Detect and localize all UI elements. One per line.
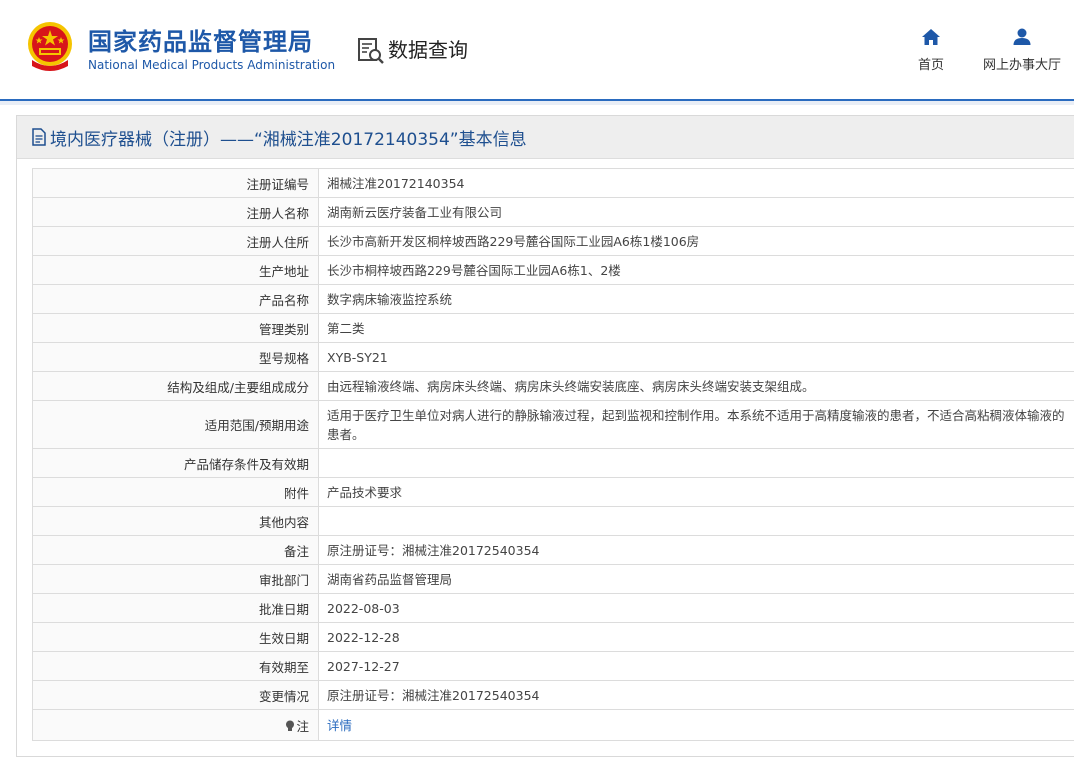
row-label: 注册人名称 — [32, 197, 319, 227]
row-label: 附件 — [32, 477, 319, 507]
row-label: 结构及组成/主要组成成分 — [32, 371, 319, 401]
table-row: 变更情况 原注册证号：湘械注准20172540354 — [32, 680, 1074, 710]
row-value: 产品技术要求 — [318, 477, 1074, 507]
row-value: 2022-08-03 — [318, 593, 1074, 623]
row-value: XYB-SY21 — [318, 342, 1074, 372]
row-value — [318, 448, 1074, 478]
document-icon — [32, 128, 46, 146]
site-logo-subtitle: National Medical Products Administration — [88, 58, 336, 72]
table-row: 审批部门 湖南省药品监督管理局 — [32, 564, 1074, 594]
row-value: 数字病床输液监控系统 — [318, 284, 1074, 314]
row-value: 适用于医疗卫生单位对病人进行的静脉输液过程，起到监视和控制作用。本系统不适用于高… — [318, 400, 1074, 449]
home-icon — [922, 29, 940, 45]
row-label: 备注 — [32, 535, 319, 565]
row-value: 原注册证号：湘械注准20172540354 — [318, 680, 1074, 710]
note-label: 注 — [32, 709, 319, 741]
row-value: 长沙市桐梓坡西路229号麓谷国际工业园A6栋1、2楼 — [318, 255, 1074, 285]
details-link[interactable]: 详情 — [327, 718, 352, 733]
table-row: 有效期至 2027-12-27 — [32, 651, 1074, 681]
device-info-table: 注册证编号 湘械注准20172140354 注册人名称 湖南新云医疗装备工业有限公司… — [32, 168, 1074, 741]
row-label: 型号规格 — [32, 342, 319, 372]
row-label: 有效期至 — [32, 651, 319, 681]
table-row: 适用范围/预期用途 适用于医疗卫生单位对病人进行的静脉输液过程，起到监视和控制作用… — [32, 400, 1074, 449]
table-row: 生产地址 长沙市桐梓坡西路229号麓谷国际工业园A6栋1、2楼 — [32, 255, 1074, 285]
table-row: 备注 原注册证号：湘械注准20172540354 — [32, 535, 1074, 565]
table-row: 产品名称 数字病床输液监控系统 — [32, 284, 1074, 314]
row-value: 湖南新云医疗装备工业有限公司 — [318, 197, 1074, 227]
national-emblem-icon — [28, 22, 72, 71]
site-header: 国家药品监督管理局 National Medical Products Admi… — [0, 0, 1074, 100]
nav-home[interactable]: 首页 — [906, 28, 956, 73]
note-label-text: 注 — [296, 718, 309, 734]
user-icon — [1013, 28, 1031, 45]
row-label: 生效日期 — [32, 622, 319, 652]
table-row: 注册证编号 湘械注准20172140354 — [32, 168, 1074, 198]
table-row: 管理类别 第二类 — [32, 313, 1074, 343]
table-row: 注册人住所 长沙市高新开发区桐梓坡西路229号麓谷国际工业园A6栋1楼106房 — [32, 226, 1074, 256]
row-value: 第二类 — [318, 313, 1074, 343]
row-value: 2027-12-27 — [318, 651, 1074, 681]
data-query-icon — [358, 38, 384, 64]
nav-online-service-hall-label: 网上办事大厅 — [982, 58, 1061, 73]
nav-home-label: 首页 — [917, 58, 944, 73]
table-row: 结构及组成/主要组成成分 由远程输液终端、病房床头终端、病房床头终端安装底座、病房… — [32, 371, 1074, 401]
row-value: 由远程输液终端、病房床头终端、病房床头终端安装底座、病房床头终端安装支架组成。 — [318, 371, 1074, 401]
table-row: 附件 产品技术要求 — [32, 477, 1074, 507]
row-label: 注册人住所 — [32, 226, 319, 256]
device-info-panel: 境内医疗器械（注册）——“湘械注准20172140354”基本信息 注册证编号湘… — [16, 115, 1074, 757]
table-row: 注册人名称 湖南新云医疗装备工业有限公司 — [32, 197, 1074, 227]
lightbulb-icon — [286, 720, 295, 731]
table-row: 产品储存条件及有效期 — [32, 448, 1074, 478]
row-label: 注册证编号 — [32, 168, 319, 198]
row-value: 原注册证号：湘械注准20172540354 — [318, 535, 1074, 565]
row-label: 产品名称 — [32, 284, 319, 314]
table-row: 生效日期 2022-12-28 — [32, 622, 1074, 652]
row-value: 2022-12-28 — [318, 622, 1074, 652]
row-label: 生产地址 — [32, 255, 319, 285]
row-label: 产品储存条件及有效期 — [32, 448, 319, 478]
note-value: 详情 — [318, 709, 1074, 741]
data-query-title: 数据查询 — [388, 38, 468, 62]
panel-title: 境内医疗器械（注册）——“湘械注准20172140354”基本信息 — [50, 129, 527, 150]
table-row: 批准日期 2022-08-03 — [32, 593, 1074, 623]
nav-online-service-hall[interactable]: 网上办事大厅 — [976, 28, 1068, 73]
row-value — [318, 506, 1074, 536]
row-label: 管理类别 — [32, 313, 319, 343]
row-label: 变更情况 — [32, 680, 319, 710]
panel-title-bar: 境内医疗器械（注册）——“湘械注准20172140354”基本信息 — [17, 116, 1074, 159]
row-label: 批准日期 — [32, 593, 319, 623]
row-value: 湖南省药品监督管理局 — [318, 564, 1074, 594]
row-value: 长沙市高新开发区桐梓坡西路229号麓谷国际工业园A6栋1楼106房 — [318, 226, 1074, 256]
table-row: 型号规格 XYB-SY21 — [32, 342, 1074, 372]
header-band — [0, 101, 1074, 105]
table-row: 其他内容 — [32, 506, 1074, 536]
row-value: 湘械注准20172140354 — [318, 168, 1074, 198]
row-label: 其他内容 — [32, 506, 319, 536]
table-row-note: 注 详情 — [32, 709, 1074, 741]
row-label: 审批部门 — [32, 564, 319, 594]
site-logo-title: 国家药品监督管理局 — [88, 28, 313, 56]
row-label: 适用范围/预期用途 — [32, 400, 319, 449]
